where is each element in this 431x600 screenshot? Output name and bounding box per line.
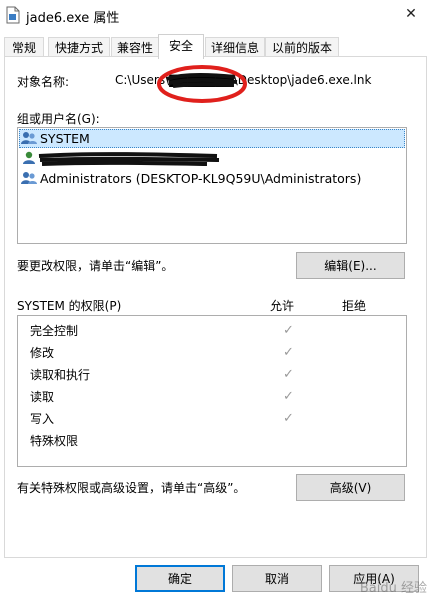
tab-label: 以前的版本 <box>271 41 332 55</box>
user-icon <box>23 151 35 164</box>
title-bar: jade6.exe 属性 ✕ <box>0 0 431 30</box>
permission-row: 完全控制 ✓ <box>30 320 410 342</box>
user-group-icon <box>21 132 37 144</box>
permissions-list[interactable]: 完全控制 ✓ 修改 ✓ 读取和执行 ✓ 读取 ✓ 写入 ✓ 特殊权限 <box>17 315 407 467</box>
group-label: 组或用户名(G): <box>17 112 100 126</box>
check-icon: ✓ <box>283 367 294 382</box>
user-group-icon <box>21 172 37 184</box>
user-name: Administrators (DESKTOP-KL9Q59U\Administ… <box>40 171 362 186</box>
close-button[interactable]: ✕ <box>391 0 431 30</box>
permission-name: 修改 <box>30 346 55 360</box>
permission-name: 完全控制 <box>30 324 79 338</box>
permission-row: 特殊权限 <box>30 430 410 452</box>
allow-header: 允许 <box>270 299 295 313</box>
tab-security[interactable]: 安全 <box>158 34 204 59</box>
tab-label: 快捷方式 <box>54 41 103 55</box>
object-name-value[interactable]: C:\Users\▇▇▇▇▇▇▇\Desktop\jade6.exe.lnk <box>115 73 371 87</box>
permissions-header: SYSTEM 的权限(P) <box>17 299 122 313</box>
cancel-button-label: 取消 <box>264 572 289 586</box>
tab-details[interactable]: 详细信息 <box>205 37 265 58</box>
permission-name: 特殊权限 <box>30 434 79 448</box>
permission-name: 写入 <box>30 412 55 426</box>
deny-header: 拒绝 <box>342 299 367 313</box>
edit-button[interactable]: 编辑(E)... <box>296 252 405 279</box>
permission-row: 写入 ✓ <box>30 408 410 430</box>
tab-strip: 常规 快捷方式 兼容性 安全 详细信息 以前的版本 <box>0 34 431 59</box>
security-panel: 对象名称: C:\Users\▇▇▇▇▇▇▇\Desktop\jade6.exe… <box>4 56 427 558</box>
permission-row: 读取和执行 ✓ <box>30 364 410 386</box>
ok-button[interactable]: 确定 <box>135 565 225 592</box>
redaction-scribble <box>38 152 220 166</box>
watermark: Baidu 经验 <box>359 581 427 596</box>
tab-shortcut[interactable]: 快捷方式 <box>48 37 110 58</box>
check-icon: ✓ <box>283 323 294 338</box>
file-icon <box>6 6 20 24</box>
object-name-label: 对象名称: <box>17 75 70 89</box>
list-item[interactable]: Administrators (DESKTOP-KL9Q59U\Administ… <box>19 169 405 188</box>
user-list[interactable]: SYSTEM ▇▇▇▇▇▇▇▇▇▇▇▇▇▇▇▇▇▇▇▇▇▇▇▇▇ Adminis… <box>17 127 407 244</box>
window-title: jade6.exe 属性 <box>26 11 120 26</box>
tab-general[interactable]: 常规 <box>4 37 44 58</box>
check-icon: ✓ <box>283 389 294 404</box>
advanced-hint: 有关特殊权限或高级设置，请单击“高级”。 <box>17 481 246 495</box>
close-icon: ✕ <box>405 6 417 22</box>
check-icon: ✓ <box>283 345 294 360</box>
permission-name: 读取和执行 <box>30 368 91 382</box>
permission-name: 读取 <box>30 390 55 404</box>
edit-button-label: 编辑(E)... <box>324 259 377 273</box>
tab-label: 安全 <box>168 39 193 53</box>
list-item[interactable]: SYSTEM <box>19 129 405 148</box>
edit-hint: 要更改权限，请单击“编辑”。 <box>17 259 174 273</box>
tab-label: 详细信息 <box>210 41 259 55</box>
tab-previous-versions[interactable]: 以前的版本 <box>265 37 339 58</box>
permission-row: 修改 ✓ <box>30 342 410 364</box>
list-item[interactable]: ▇▇▇▇▇▇▇▇▇▇▇▇▇▇▇▇▇▇▇▇▇▇▇▇▇ <box>19 149 405 168</box>
tab-compatibility[interactable]: 兼容性 <box>111 37 159 58</box>
check-icon: ✓ <box>283 411 294 426</box>
advanced-button[interactable]: 高级(V) <box>296 474 405 501</box>
permission-row: 读取 ✓ <box>30 386 410 408</box>
cancel-button[interactable]: 取消 <box>232 565 322 592</box>
tab-label: 兼容性 <box>116 41 153 55</box>
tab-label: 常规 <box>11 41 36 55</box>
user-name: SYSTEM <box>40 131 90 146</box>
ok-button-label: 确定 <box>167 572 192 586</box>
advanced-button-label: 高级(V) <box>329 481 372 495</box>
